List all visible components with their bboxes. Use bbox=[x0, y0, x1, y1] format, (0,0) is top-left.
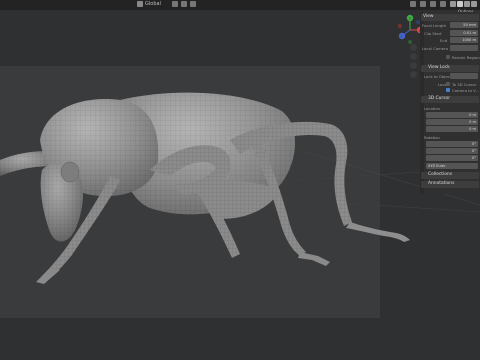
3d-viewport[interactable]: Global Options X Z Y View Focal Length bbox=[0, 0, 480, 360]
proportional-edit-icon[interactable] bbox=[190, 1, 196, 7]
shading-material-icon[interactable] bbox=[464, 1, 470, 7]
lock-3d-cursor-checkbox[interactable] bbox=[446, 82, 450, 86]
visibility-icon[interactable] bbox=[410, 1, 416, 7]
render-region-label: Render Region bbox=[452, 55, 480, 60]
location-y-field[interactable]: 0 m bbox=[426, 119, 478, 125]
clip-start-label: Clip Start bbox=[424, 31, 442, 36]
transform-orientation-icon[interactable] bbox=[137, 1, 143, 7]
overlay-toggle-icon[interactable] bbox=[430, 1, 436, 7]
zoom-icon[interactable] bbox=[410, 44, 417, 51]
xray-toggle-icon[interactable] bbox=[440, 1, 446, 7]
gizmo-y-label: Y bbox=[401, 34, 403, 38]
pivot-point-icon[interactable] bbox=[172, 1, 178, 7]
pan-hand-icon[interactable] bbox=[410, 53, 417, 60]
view-section-title: View bbox=[423, 14, 434, 19]
clip-end-label: End bbox=[440, 38, 448, 43]
shading-solid-icon[interactable] bbox=[457, 1, 463, 7]
camera-to-view-label: Camera to V... bbox=[452, 88, 479, 93]
clip-start-field[interactable]: 0.01 m bbox=[450, 30, 478, 36]
lock-to-object-label: Lock to Object bbox=[424, 74, 452, 79]
viewport-gizmo-toggle-icon[interactable] bbox=[420, 1, 426, 7]
clip-end-field[interactable]: 1000 m bbox=[450, 37, 478, 43]
location-label: Location bbox=[424, 106, 441, 111]
lock-to-object-field[interactable] bbox=[450, 73, 478, 79]
local-camera-field[interactable] bbox=[450, 45, 478, 51]
3d-cursor-section-title: 3D Cursor bbox=[428, 96, 451, 101]
focal-length-field[interactable]: 50 mm bbox=[450, 22, 478, 28]
rotation-mode-dropdown[interactable]: XYZ Euler bbox=[426, 163, 478, 169]
annotations-section-title: Annotations bbox=[428, 181, 455, 186]
perspective-toggle-icon[interactable] bbox=[410, 71, 417, 78]
location-z-field[interactable]: 0 m bbox=[426, 126, 478, 132]
camera-view-icon[interactable] bbox=[410, 62, 417, 69]
rotation-y-field[interactable]: 0° bbox=[426, 148, 478, 154]
lock-3d-cursor-label: To 3D Cursor bbox=[452, 82, 477, 87]
view-lock-section-title: View Lock bbox=[428, 65, 450, 70]
rotation-z-field[interactable]: 0° bbox=[426, 155, 478, 161]
local-camera-label: Local Camera bbox=[422, 46, 448, 51]
sidebar-tabs[interactable] bbox=[420, 12, 424, 194]
snap-icon[interactable] bbox=[181, 1, 187, 7]
render-region-checkbox[interactable] bbox=[446, 55, 450, 59]
viewport-header: Global Options bbox=[0, 0, 480, 14]
rotation-x-field[interactable]: 0° bbox=[426, 141, 478, 147]
focal-length-label: Focal Length bbox=[422, 23, 447, 28]
shading-wireframe-icon[interactable] bbox=[450, 1, 456, 7]
shading-rendered-icon[interactable] bbox=[471, 1, 477, 7]
location-x-field[interactable]: 0 m bbox=[426, 112, 478, 118]
collections-section-title: Collections bbox=[428, 172, 453, 177]
gizmo-z-label: Z bbox=[409, 16, 411, 20]
transform-orientation-dropdown[interactable]: Global bbox=[145, 1, 161, 7]
rotation-label: Rotation bbox=[424, 135, 440, 140]
camera-to-view-checkbox[interactable] bbox=[446, 88, 450, 92]
